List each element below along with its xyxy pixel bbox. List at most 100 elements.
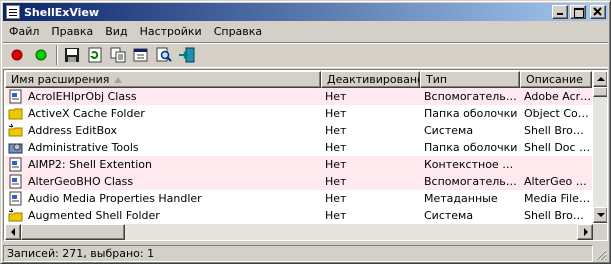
address-editbox-icon xyxy=(8,123,24,138)
row-name-cell: Administrative Tools xyxy=(5,140,321,155)
type-cell: Контекстное м... xyxy=(424,158,520,171)
description-cell: Shell Browser U xyxy=(524,209,592,222)
row-name-cell: Augmented Shell Folder xyxy=(5,208,321,223)
menu-bar: Файл Правка Вид Настройки Справка xyxy=(3,22,608,41)
extensions-list[interactable]: Имя расширения Деактивировано Тип Описан… xyxy=(3,69,608,241)
extension-name: AcroIEHlprObj Class xyxy=(28,90,137,103)
app-icon[interactable] xyxy=(6,5,20,19)
table-row[interactable]: AlterGeoBHO Class Нет Вспомогательн... Alte… xyxy=(5,173,592,190)
extension-name: Administrative Tools xyxy=(28,141,139,154)
sort-ascending-icon xyxy=(114,77,122,83)
description-cell: Media File Prop xyxy=(524,192,592,205)
type-cell: Папка оболочки xyxy=(424,141,518,154)
close-button[interactable] xyxy=(590,5,606,19)
extension-name: Audio Media Properties Handler xyxy=(28,192,202,205)
disable-button[interactable] xyxy=(32,45,50,65)
enable-button[interactable] xyxy=(8,45,26,65)
exit-button[interactable] xyxy=(177,45,197,65)
dll-icon xyxy=(8,89,24,104)
row-name-cell: ActiveX Cache Folder xyxy=(5,106,321,121)
horizontal-scrollbar[interactable] xyxy=(5,224,593,240)
save-icon xyxy=(65,48,79,62)
properties-icon xyxy=(133,48,148,62)
arrow-right-icon xyxy=(584,228,588,236)
copy-button[interactable] xyxy=(108,45,128,65)
scroll-right-button[interactable] xyxy=(577,224,593,240)
close-icon xyxy=(593,7,602,16)
save-button[interactable] xyxy=(62,45,82,65)
find-button[interactable] xyxy=(154,45,174,65)
disabled-cell: Нет xyxy=(325,141,347,154)
horizontal-scroll-thumb[interactable] xyxy=(21,224,125,240)
extension-name: Augmented Shell Folder xyxy=(28,209,160,222)
copy-icon xyxy=(110,47,126,63)
column-header-description[interactable]: Описание xyxy=(520,71,592,88)
disabled-cell: Нет xyxy=(325,209,347,222)
description-cell: Shell Doc Obje xyxy=(524,141,592,154)
dll-icon xyxy=(8,174,24,189)
arrow-up-icon xyxy=(597,77,605,81)
scroll-down-button[interactable] xyxy=(593,207,607,223)
maximize-button[interactable] xyxy=(570,5,586,19)
dll-icon xyxy=(8,157,24,172)
row-name-cell: Audio Media Properties Handler xyxy=(5,191,321,206)
table-row[interactable]: ActiveX Cache Folder Нет Папка оболочки Obj… xyxy=(5,105,592,122)
exit-icon xyxy=(179,47,195,63)
type-cell: Вспомогательн... xyxy=(424,90,520,103)
type-cell: Система xyxy=(424,209,474,222)
extension-name: AIMP2: Shell Extention xyxy=(28,158,153,171)
table-row[interactable]: Administrative Tools Нет Папка оболочки She… xyxy=(5,139,592,156)
column-header-name[interactable]: Имя расширения xyxy=(5,71,321,88)
table-row[interactable]: Address EditBox Нет Система Shell Browser U xyxy=(5,122,592,139)
menu-edit[interactable]: Правка xyxy=(45,25,99,38)
disabled-cell: Нет xyxy=(325,107,347,120)
table-row[interactable]: AIMP2: Shell Extention Нет Контекстное м..… xyxy=(5,156,592,173)
properties-button[interactable] xyxy=(131,45,151,65)
toolbar xyxy=(3,42,608,68)
table-row[interactable]: Audio Media Properties Handler Нет Метадан… xyxy=(5,190,592,207)
table-row[interactable]: Augmented Shell Folder Нет Система Shell Br… xyxy=(5,207,592,224)
refresh-button[interactable] xyxy=(85,45,105,65)
disable-icon xyxy=(35,49,47,61)
extension-name: ActiveX Cache Folder xyxy=(28,107,145,120)
admin-tools-icon xyxy=(8,140,24,155)
arrow-left-icon xyxy=(11,228,15,236)
type-cell: Метаданные xyxy=(424,192,498,205)
scroll-left-button[interactable] xyxy=(5,224,21,240)
row-name-cell: AIMP2: Shell Extention xyxy=(5,157,321,172)
type-cell: Система xyxy=(424,124,474,137)
list-header: Имя расширения Деактивировано Тип Описан… xyxy=(5,71,592,88)
extension-name: Address EditBox xyxy=(28,124,118,137)
row-name-cell: AlterGeoBHO Class xyxy=(5,174,321,189)
dll-icon xyxy=(8,191,24,206)
minimize-button[interactable] xyxy=(552,5,568,19)
folder-icon xyxy=(8,106,24,121)
description-cell: Object Contro xyxy=(524,107,592,120)
find-icon xyxy=(156,47,172,62)
column-header-disabled[interactable]: Деактивировано xyxy=(321,71,420,88)
vertical-scroll-thumb[interactable] xyxy=(593,87,607,97)
status-bar: Записей: 271, выбрано: 1 xyxy=(3,244,608,262)
toolbar-separator xyxy=(56,45,58,65)
resize-grip-icon[interactable] xyxy=(595,249,607,261)
description-cell: Shell Browser U xyxy=(524,124,592,137)
title-bar[interactable]: ShellExView xyxy=(3,3,608,21)
enable-icon xyxy=(11,49,23,61)
menu-help[interactable]: Справка xyxy=(208,25,268,38)
menu-file[interactable]: Файл xyxy=(3,25,45,38)
table-row[interactable]: AcroIEHlprObj Class Нет Вспомогательн... Ad… xyxy=(5,88,592,105)
augmented-folder-icon xyxy=(8,208,24,223)
row-name-cell: AcroIEHlprObj Class xyxy=(5,89,321,104)
list-rows: AcroIEHlprObj Class Нет Вспомогательн... Ad… xyxy=(5,88,592,223)
refresh-icon xyxy=(88,47,102,63)
description-cell: AlterGeo brow xyxy=(524,175,592,188)
description-cell: Adobe Acroba xyxy=(524,90,592,103)
menu-settings[interactable]: Настройки xyxy=(134,25,208,38)
scroll-up-button[interactable] xyxy=(593,71,607,87)
column-header-type[interactable]: Тип xyxy=(420,71,520,88)
vertical-scrollbar[interactable] xyxy=(593,71,607,223)
window-title: ShellExView xyxy=(24,5,100,19)
app-window: ShellExView Файл Правка Вид Настройки Сп… xyxy=(0,0,611,264)
column-header-label: Имя расширения xyxy=(11,73,110,86)
menu-view[interactable]: Вид xyxy=(99,25,133,38)
